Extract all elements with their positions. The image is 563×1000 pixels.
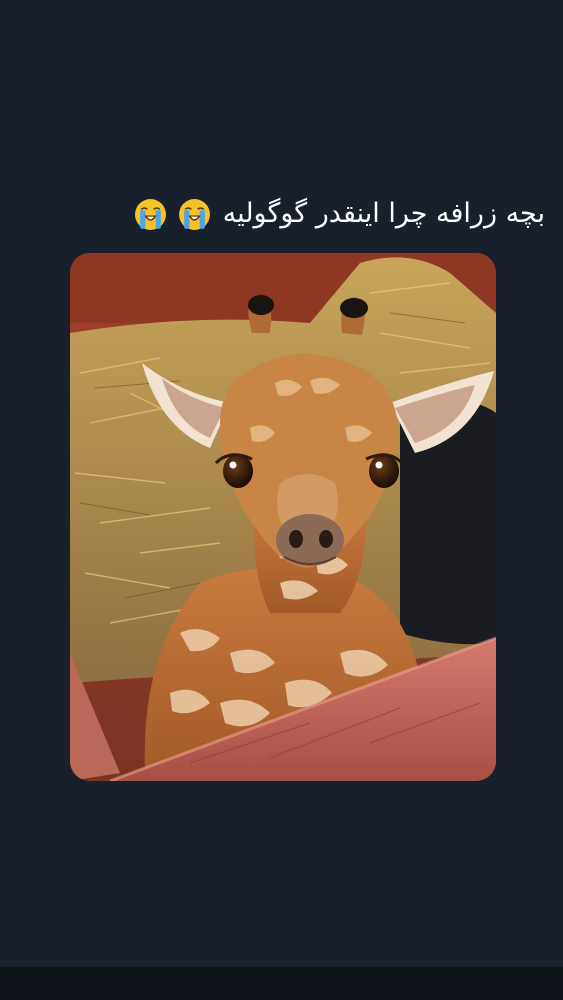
baby-giraffe-photo bbox=[70, 253, 496, 781]
bottom-bar bbox=[0, 967, 563, 1000]
post-photo[interactable] bbox=[70, 253, 496, 781]
loudly-crying-face-icon bbox=[134, 198, 167, 231]
caption-text: بچه زرافه چرا اینقدر گوگولیه bbox=[222, 198, 545, 229]
loudly-crying-face-icon bbox=[178, 198, 211, 231]
post-caption: بچه زرافه چرا اینقدر گوگولیه bbox=[20, 190, 545, 238]
